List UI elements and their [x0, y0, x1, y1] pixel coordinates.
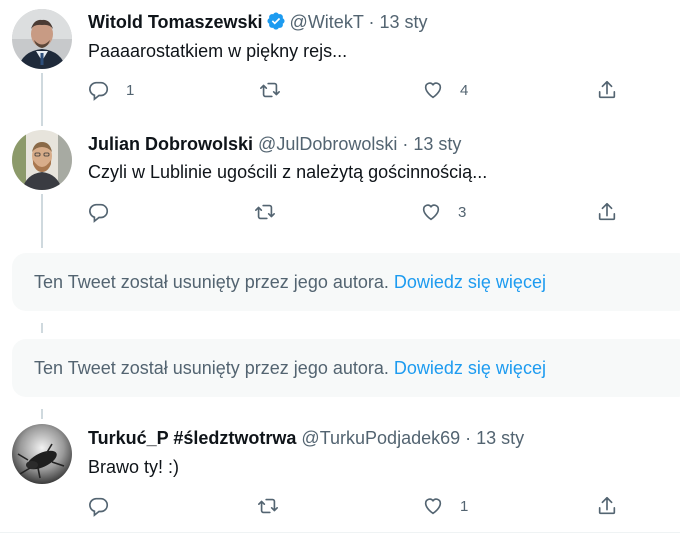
deleted-tweet-notice: Ten Tweet został usunięty przez jego aut… [12, 339, 680, 397]
tweet-1[interactable]: Witold Tomaszewski @WitekT · 13 sty Paaaa… [0, 0, 680, 118]
tweet-time[interactable]: 13 sty [476, 428, 524, 448]
tweet-2[interactable]: Julian Dobrowolski @JulDobrowolski · 13 … [0, 118, 680, 248]
retweet-button[interactable] [257, 494, 295, 518]
separator-dot: · [465, 428, 472, 448]
learn-more-link[interactable]: Dowiedz się więcej [394, 358, 546, 379]
like-icon [424, 498, 442, 515]
share-icon [598, 496, 616, 515]
separator-dot: · [368, 12, 375, 32]
avatar-julian[interactable] [12, 130, 72, 190]
like-count: 3 [458, 203, 467, 221]
like-button[interactable]: 4 [422, 78, 468, 102]
verified-badge-icon [266, 11, 286, 36]
retweet-icon [258, 498, 278, 514]
thread-line [41, 323, 43, 333]
reply-button[interactable] [88, 494, 126, 518]
reply-button[interactable]: 1 [88, 78, 134, 102]
like-button[interactable]: 3 [420, 200, 466, 224]
share-icon [598, 202, 616, 221]
deleted-tweet-notice: Ten Tweet został usunięty przez jego aut… [12, 253, 680, 311]
like-count: 4 [460, 81, 469, 99]
tweet-time[interactable]: 13 sty [380, 12, 428, 32]
author-handle[interactable]: @WitekT [290, 12, 364, 32]
avatar-witold[interactable] [12, 9, 72, 69]
like-count: 1 [460, 497, 469, 515]
author-name[interactable]: Witold Tomaszewski [88, 12, 263, 32]
author-name[interactable]: Julian Dobrowolski [88, 134, 253, 154]
tweet-time[interactable]: 13 sty [413, 134, 461, 154]
share-button[interactable] [596, 200, 618, 224]
reply-icon [89, 203, 109, 223]
author-handle[interactable]: @TurkuPodjadek69 [301, 428, 460, 448]
tweet-text: Paaaarostatkiem w piękny rejs... [88, 41, 348, 61]
like-icon [424, 82, 442, 99]
retweet-button[interactable] [254, 200, 292, 224]
separator-dot: · [402, 134, 409, 154]
share-button[interactable] [596, 78, 618, 102]
deleted-notice-text: Ten Tweet został usunięty przez jego aut… [34, 271, 389, 292]
thread-line [41, 194, 43, 248]
author-handle[interactable]: @JulDobrowolski [258, 134, 397, 154]
retweet-icon [255, 204, 275, 220]
avatar-turkuc[interactable] [12, 424, 72, 484]
learn-more-link[interactable]: Dowiedz się więcej [394, 272, 546, 293]
reply-count: 1 [126, 81, 135, 99]
share-icon [598, 80, 616, 99]
reply-button[interactable] [88, 200, 126, 224]
tweet-text: Brawo ty! :) [88, 457, 180, 477]
thread-line [41, 118, 43, 126]
author-name[interactable]: Turkuć_P #śledztwotrwa [88, 428, 296, 448]
tweet-header: Witold Tomaszewski @WitekT · 13 sty [88, 11, 428, 36]
share-button[interactable] [596, 494, 618, 518]
reply-icon [89, 497, 109, 517]
retweet-icon [260, 82, 280, 98]
reply-icon [89, 81, 109, 101]
retweet-button[interactable] [259, 78, 297, 102]
like-button[interactable]: 1 [422, 494, 468, 518]
tweet-3[interactable]: Turkuć_P #śledztwotrwa @TurkuPodjadek69 … [0, 412, 680, 532]
thread-line [41, 73, 43, 118]
like-icon [422, 204, 440, 221]
bottom-divider [0, 532, 680, 533]
tweet-text: Czyli w Lublinie ugościli z należytą goś… [88, 162, 488, 182]
tweet-header: Turkuć_P #śledztwotrwa @TurkuPodjadek69 … [88, 427, 524, 449]
deleted-notice-text: Ten Tweet został usunięty przez jego aut… [34, 357, 389, 378]
tweet-header: Julian Dobrowolski @JulDobrowolski · 13 … [88, 133, 461, 155]
